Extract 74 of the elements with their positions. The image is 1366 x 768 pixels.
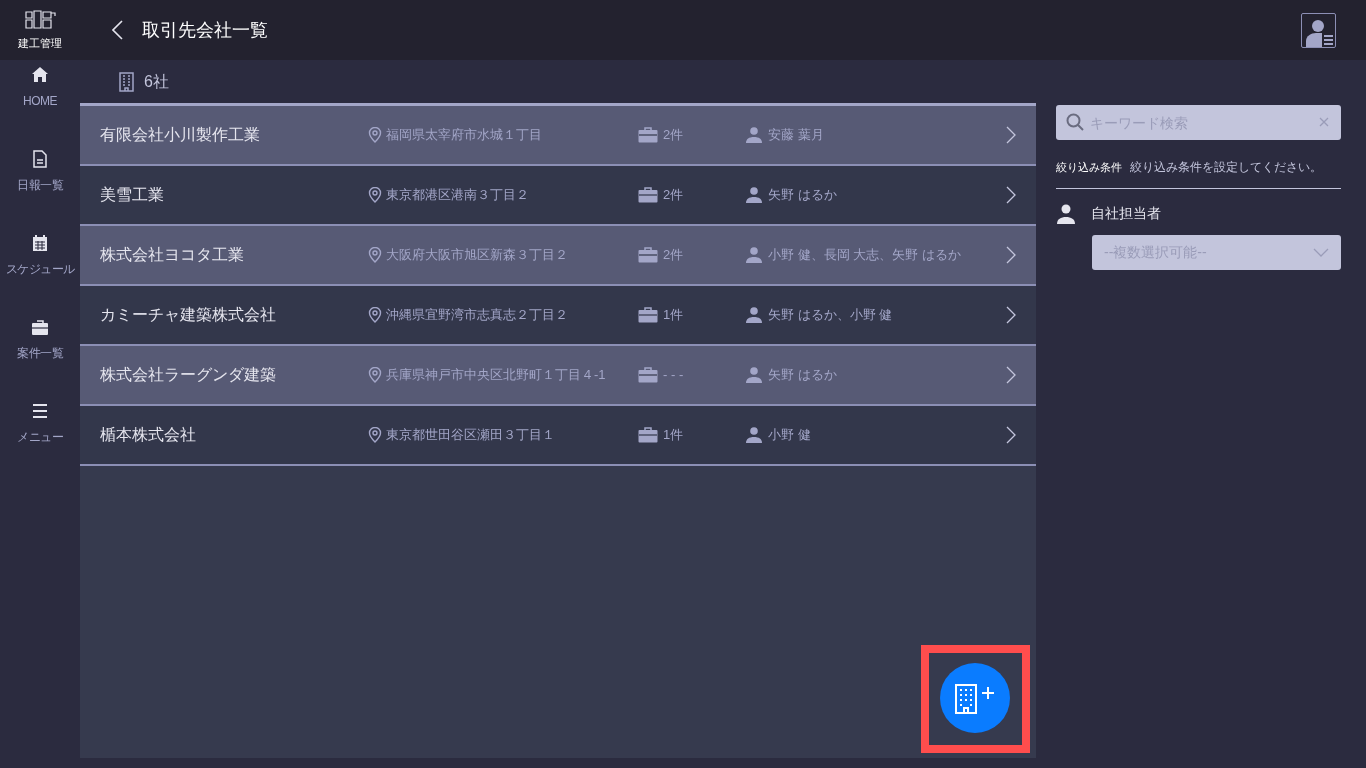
chevron-right-icon: [1006, 366, 1016, 384]
address-text: 福岡県太宰府市水城１丁目: [386, 126, 542, 145]
company-name: 有限会社小川製作工業: [100, 125, 261, 145]
chevron-right-icon: [1006, 306, 1016, 324]
map-pin-icon: [368, 367, 382, 383]
case-count: 1件: [663, 426, 684, 445]
briefcase-icon: [638, 187, 658, 203]
staff-names: 小野 健: [768, 426, 811, 445]
map-pin-icon: [368, 427, 382, 443]
person-icon: [746, 247, 762, 263]
home-icon: [31, 66, 49, 84]
company-name: 美雪工業: [100, 185, 165, 205]
address-text: 兵庫県神戸市中央区北野町１丁目４-1: [386, 366, 606, 385]
case-count: 2件: [663, 246, 684, 265]
person-icon: [746, 307, 762, 323]
briefcase-icon: [31, 318, 49, 336]
company-name: カミーチャ建築株式会社: [100, 305, 277, 325]
map-pin-icon: [368, 247, 382, 263]
field-label: 自社担当者: [1091, 204, 1161, 223]
case-count: - - -: [663, 366, 684, 385]
case-count: 2件: [663, 126, 684, 145]
sidebar-item[interactable]: HOME: [23, 66, 57, 110]
sidebar-item[interactable]: 日報一覧: [17, 150, 63, 194]
calendar-icon: [31, 234, 49, 252]
building-icon: [119, 71, 134, 92]
case-count: 2件: [663, 186, 684, 205]
sidebar-item[interactable]: メニュー: [17, 402, 63, 446]
chevron-right-icon: [1006, 126, 1016, 144]
map-pin-icon: [368, 187, 382, 203]
chevron-right-icon: [1006, 186, 1016, 204]
briefcase-icon: [638, 307, 658, 323]
map-pin-icon: [368, 307, 382, 323]
staff-names: 矢野 はるか、小野 健: [768, 306, 893, 325]
person-icon: [1056, 203, 1076, 224]
staff-names: 矢野 はるか: [768, 186, 837, 205]
chevron-right-icon: [1006, 246, 1016, 264]
filter-hint: 絞り込み条件を設定してください。: [1130, 159, 1322, 176]
person-icon: [746, 187, 762, 203]
sidebar-item[interactable]: スケジュール: [5, 234, 75, 278]
page-title: 取引先会社一覧: [142, 18, 268, 42]
staff-names: 小野 健、長岡 大志、矢野 はるか: [768, 246, 961, 265]
chevron-down-icon: [1313, 248, 1329, 257]
company-row[interactable]: 有限会社小川製作工業 福岡県太宰府市水城１丁目 2件 安藤 葉月: [80, 106, 1036, 166]
filter-label: 絞り込み条件: [1056, 159, 1122, 175]
briefcase-icon: [638, 247, 658, 263]
staff-names: 矢野 はるか: [768, 366, 837, 385]
search-icon: [1066, 113, 1084, 131]
case-count: 1件: [663, 306, 684, 325]
company-name: 株式会社ラーグンダ建築: [100, 365, 277, 385]
briefcase-icon: [638, 427, 658, 443]
sidebar-item[interactable]: 案件一覧: [17, 318, 63, 362]
briefcase-icon: [638, 127, 658, 143]
logo-text: 建工管理: [18, 36, 62, 52]
person-icon: [746, 427, 762, 443]
person-icon: [746, 367, 762, 383]
address-text: 東京都世田谷区瀬田３丁目１: [386, 426, 555, 445]
address-text: 大阪府大阪市旭区新森３丁目２: [386, 246, 568, 265]
map-pin-icon: [368, 127, 382, 143]
chevron-right-icon: [1006, 426, 1016, 444]
address-text: 東京都港区港南３丁目２: [386, 186, 529, 205]
person-icon: [746, 127, 762, 143]
company-count: 6社: [144, 71, 169, 92]
address-text: 沖縄県宜野湾市志真志２丁目２: [386, 306, 568, 325]
company-row[interactable]: 株式会社ヨコタ工業 大阪府大阪市旭区新森３丁目２ 2件 小野 健、長岡 大志、矢野 はるか: [80, 226, 1036, 286]
company-row[interactable]: 株式会社ラーグンダ建築 兵庫県神戸市中央区北野町１丁目４-1 - - - 矢野 はるか: [80, 346, 1036, 406]
staff-names: 安藤 葉月: [768, 126, 824, 145]
document-icon: [31, 150, 49, 168]
chevron-left-icon: [112, 20, 124, 40]
building-plus-icon: [954, 682, 996, 714]
company-name: 株式会社ヨコタ工業: [100, 245, 245, 265]
user-profile-button[interactable]: [1301, 12, 1336, 48]
menu-icon: [31, 402, 49, 420]
briefcase-icon: [638, 367, 658, 383]
company-name: 楯本株式会社: [100, 425, 197, 445]
